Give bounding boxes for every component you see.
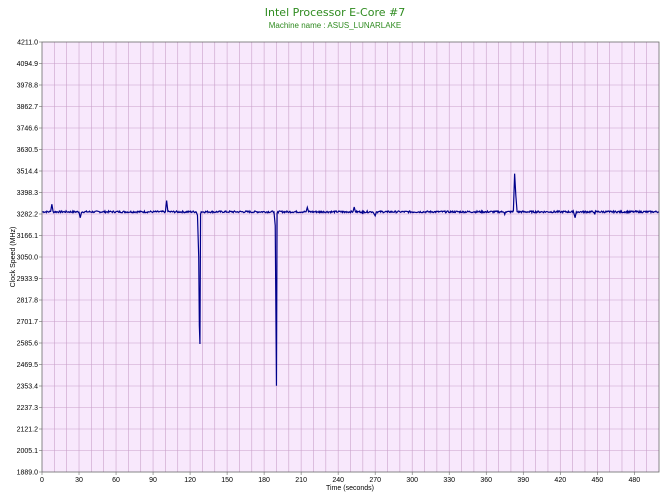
y-tick-label: 4094.9 (17, 61, 39, 68)
y-tick-label: 3746.6 (17, 126, 39, 133)
y-tick-label: 3166.1 (17, 233, 39, 240)
x-tick-label: 300 (406, 477, 418, 484)
chart-subtitle: Machine name : ASUS_LUNARLAKE (269, 21, 402, 30)
x-tick-label: 180 (258, 477, 270, 484)
x-tick-label: 60 (112, 477, 120, 484)
y-tick-label: 1889.0 (17, 470, 39, 477)
grid-lines (42, 42, 659, 472)
x-tick-label: 330 (443, 477, 455, 484)
x-tick-label: 150 (221, 477, 233, 484)
y-tick-label: 2933.9 (17, 276, 39, 283)
y-tick-label: 3398.3 (17, 190, 39, 197)
y-tick-label: 2469.5 (17, 362, 39, 369)
x-tick-label: 420 (554, 477, 566, 484)
x-tick-label: 30 (75, 477, 83, 484)
x-axis-ticks: 0 30 60 90 120 150 180 210 240 270 300 330 360 390 420… (40, 472, 640, 484)
x-tick-label: 390 (517, 477, 529, 484)
y-tick-label: 3630.5 (17, 147, 39, 154)
x-axis-label: Time (seconds) (326, 485, 374, 492)
y-tick-label: 3514.4 (17, 169, 39, 176)
y-tick-label: 2585.6 (17, 341, 39, 348)
x-tick-label: 90 (149, 477, 157, 484)
y-tick-label: 2121.2 (17, 427, 39, 434)
y-tick-label: 2701.7 (17, 319, 39, 326)
y-tick-label: 2237.3 (17, 405, 39, 412)
y-tick-label: 2005.1 (17, 448, 39, 455)
x-tick-label: 480 (628, 477, 640, 484)
clock-speed-chart: Intel Processor E-Core #7 Machine name :… (10, 6, 660, 492)
x-tick-label: 0 (40, 477, 44, 484)
y-axis-label: Clock Speed (MHz) (10, 227, 17, 288)
y-tick-label: 3862.7 (17, 104, 39, 111)
x-tick-label: 210 (295, 477, 307, 484)
y-axis-ticks: 4211.0 4094.9 3978.8 3862.7 3746.6 3630.5 3514… (17, 40, 42, 477)
chart-title: Intel Processor E-Core #7 (265, 6, 405, 19)
x-tick-label: 450 (591, 477, 603, 484)
y-tick-label: 4211.0 (17, 40, 38, 47)
y-tick-label: 3282.2 (17, 212, 39, 219)
x-tick-label: 360 (480, 477, 492, 484)
x-tick-label: 270 (369, 477, 381, 484)
x-tick-label: 240 (332, 477, 344, 484)
y-tick-label: 2353.4 (17, 384, 39, 391)
y-tick-label: 3050.0 (17, 255, 39, 262)
y-tick-label: 3978.8 (17, 83, 39, 90)
y-tick-label: 2817.8 (17, 298, 39, 305)
x-tick-label: 120 (184, 477, 196, 484)
